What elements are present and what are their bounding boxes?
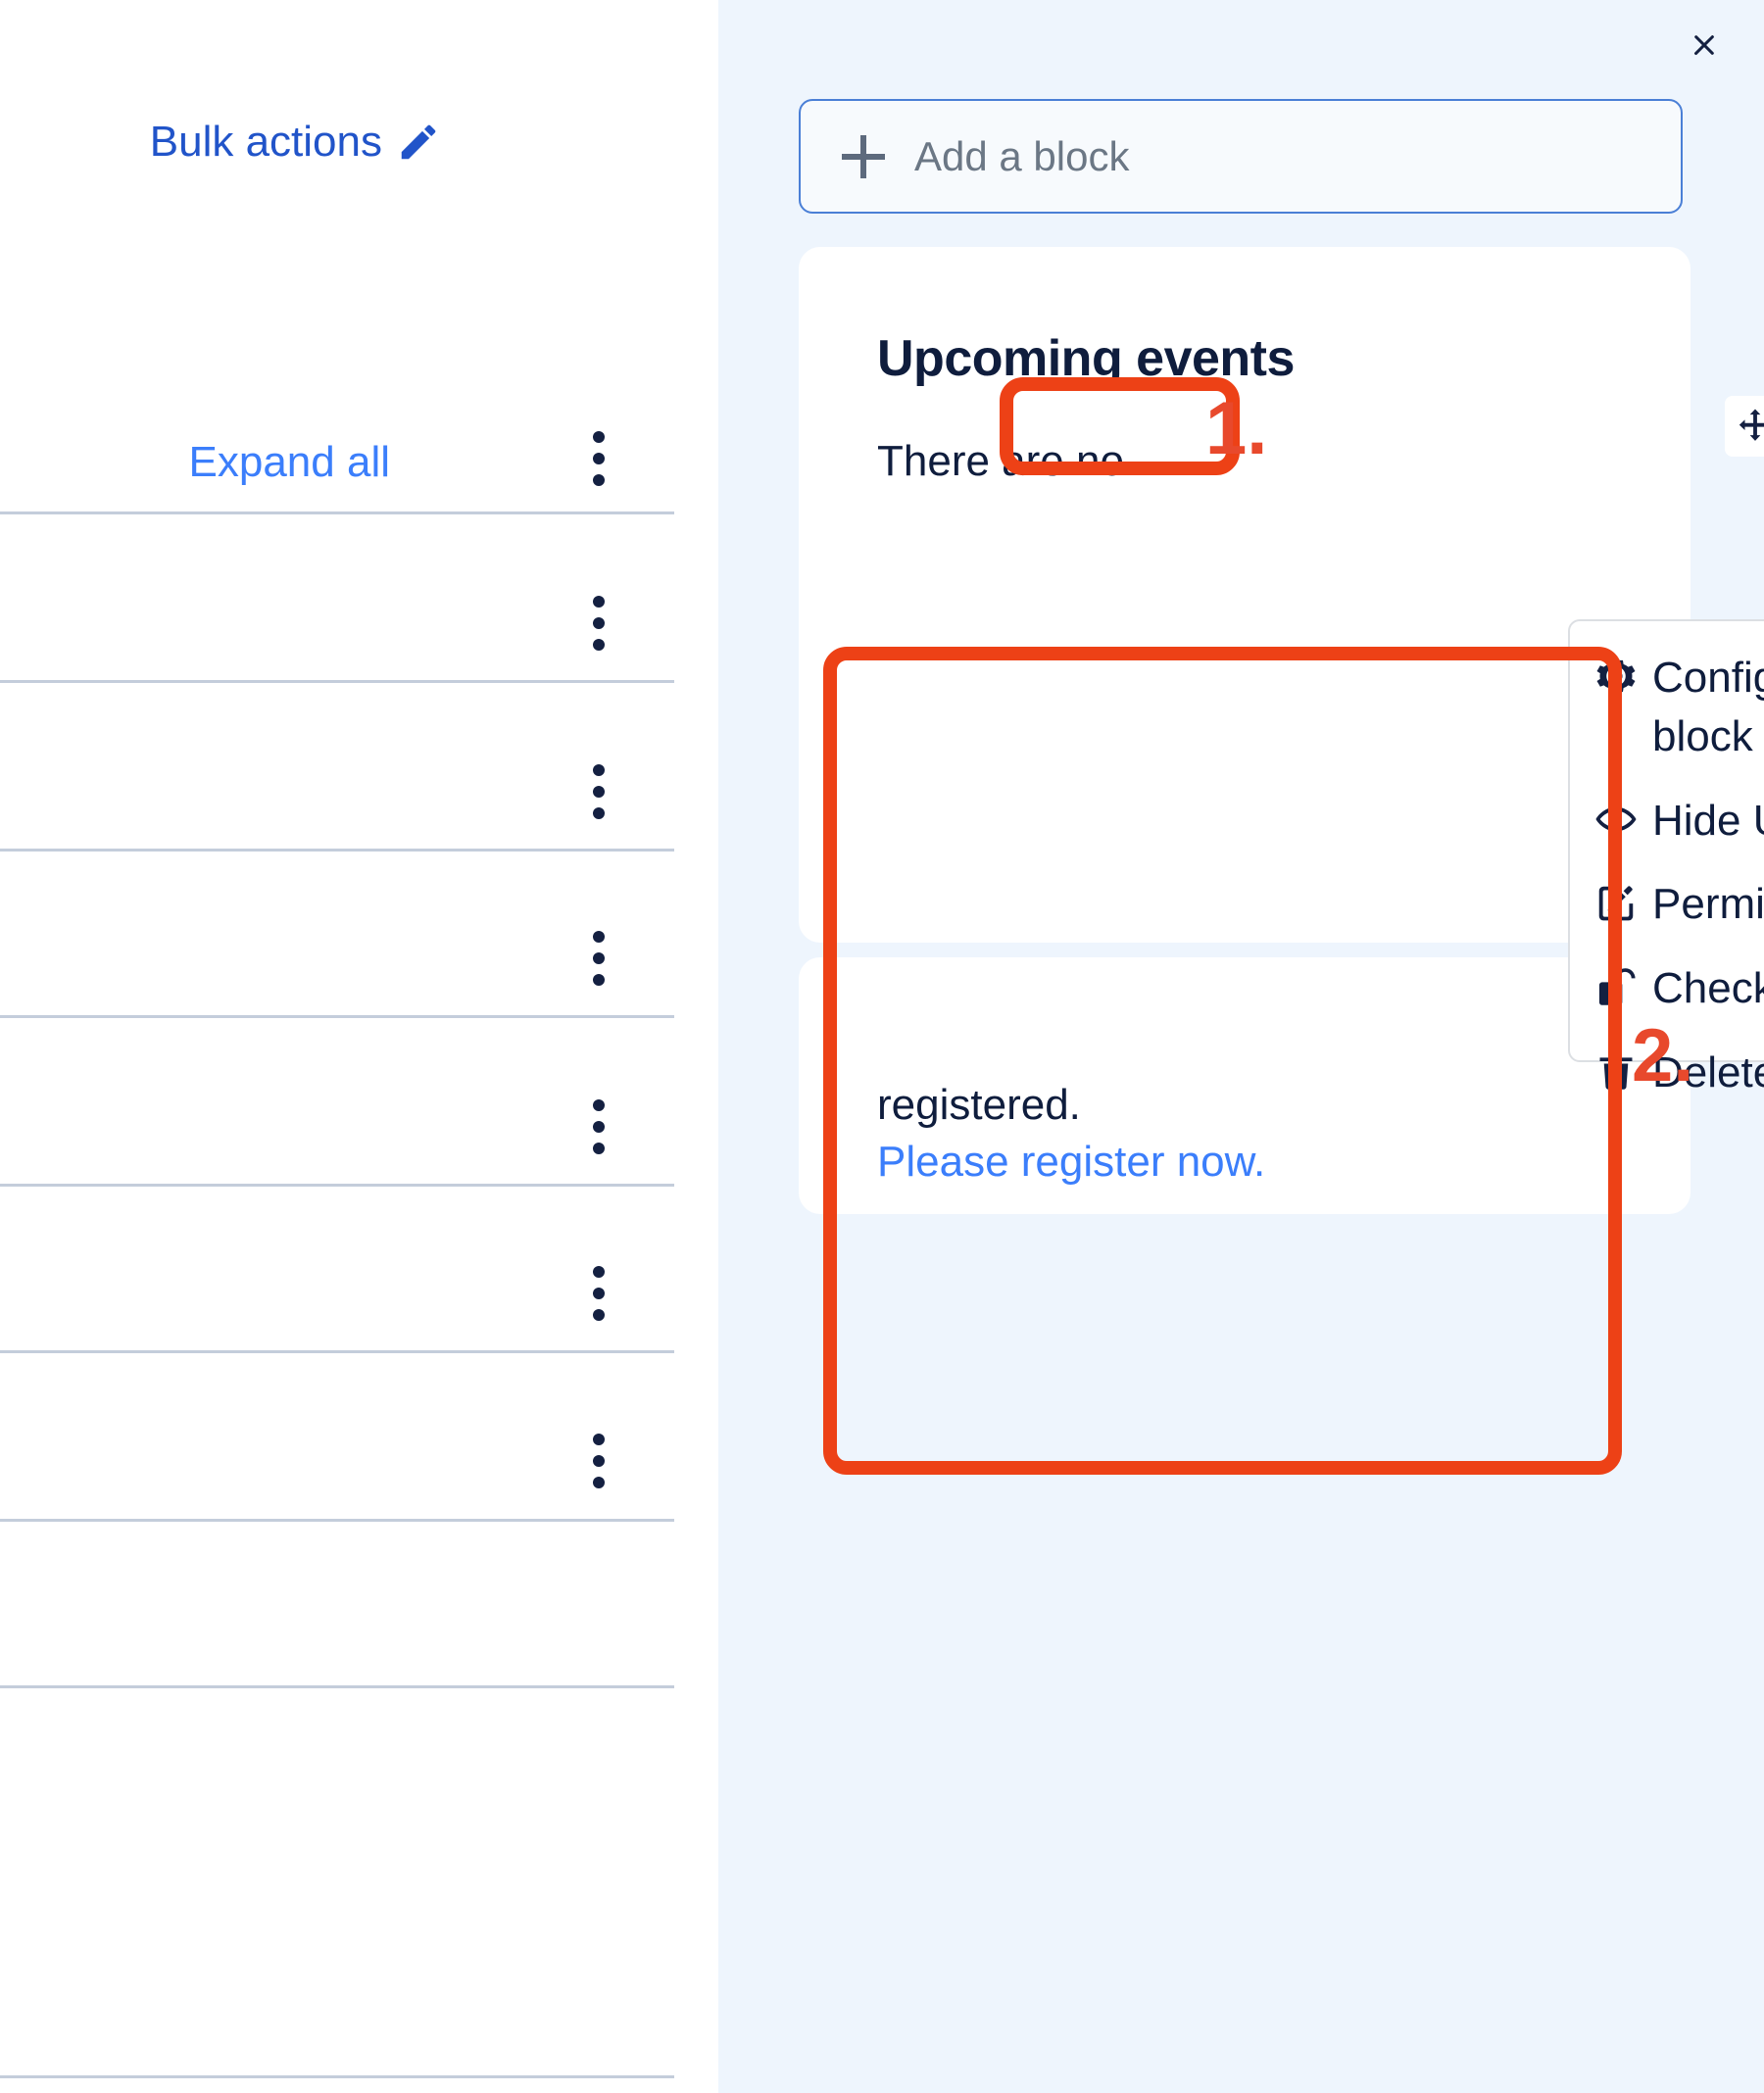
- row-divider: [0, 2075, 674, 2078]
- kebab-menu-icon: [593, 1143, 605, 1154]
- row-menu-button-3[interactable]: [588, 931, 610, 986]
- kebab-menu-icon: [593, 1309, 605, 1321]
- menu-item-label: Permissions: [1652, 880, 1764, 929]
- kebab-menu-icon: [593, 974, 605, 986]
- kebab-menu-icon: [593, 1455, 605, 1467]
- kebab-menu-icon: [593, 764, 605, 776]
- row-divider: [0, 511, 674, 514]
- bulk-actions-button[interactable]: Bulk actions: [150, 118, 441, 167]
- plus-icon: [842, 134, 885, 178]
- row-divider: [0, 1519, 674, 1522]
- kebab-menu-icon: [593, 931, 605, 943]
- kebab-menu-icon: [593, 617, 605, 629]
- block-drawer-panel: Add a block Upcoming events There are no…: [718, 0, 1764, 2093]
- row-menu-button-4[interactable]: [588, 1099, 610, 1154]
- menu-item-check-permissions[interactable]: Check permissions: [1570, 959, 1764, 1018]
- app-root: Bulk actions Expand all Add a block Upco…: [0, 0, 1764, 2093]
- register-now-link[interactable]: Please register now.: [877, 1138, 1265, 1186]
- registration-notice: registered. Please register now.: [799, 1077, 1690, 1191]
- add-a-block-label: Add a block: [914, 132, 1130, 179]
- row-divider: [0, 1350, 674, 1353]
- move-icon: [1739, 409, 1764, 441]
- kebab-menu-icon: [593, 786, 605, 798]
- kebab-menu-icon: [593, 1121, 605, 1133]
- eye-icon: [1593, 797, 1639, 842]
- block-action-toolbar[interactable]: [1725, 396, 1764, 457]
- pencil-icon: [396, 120, 441, 165]
- kebab-menu-icon: [593, 453, 605, 464]
- page-title: Upcoming events: [877, 330, 1295, 387]
- move-block-button[interactable]: [1725, 396, 1764, 457]
- row-divider: [0, 680, 674, 683]
- menu-item-label: Delete Upcoming events block: [1652, 1048, 1764, 1097]
- expand-all-button[interactable]: Expand all: [189, 438, 390, 487]
- kebab-menu-icon: [593, 807, 605, 819]
- left-panel: Bulk actions Expand all: [0, 0, 718, 2093]
- trash-icon: [1593, 1048, 1639, 1094]
- close-icon: [1694, 35, 1714, 55]
- row-menu-button-0[interactable]: [588, 431, 610, 486]
- row-divider: [0, 1184, 674, 1187]
- kebab-menu-icon: [593, 1477, 605, 1488]
- add-a-block-button[interactable]: Add a block: [799, 99, 1683, 214]
- kebab-menu-icon: [593, 596, 605, 608]
- kebab-menu-icon: [593, 639, 605, 651]
- menu-item-label: Check permissions: [1652, 964, 1764, 1013]
- row-divider: [0, 1015, 674, 1018]
- menu-item-label: Hide Upcoming events block: [1652, 796, 1764, 845]
- block-empty-text: There are no: [877, 437, 1124, 485]
- bulk-actions-label: Bulk actions: [149, 118, 382, 166]
- row-menu-button-5[interactable]: [588, 1266, 610, 1321]
- edit-square-icon: [1593, 880, 1639, 925]
- kebab-menu-icon: [593, 952, 605, 964]
- kebab-menu-icon: [593, 1434, 605, 1445]
- row-menu-button-2[interactable]: [588, 764, 610, 819]
- upcoming-events-block-card: Upcoming events There are no: [799, 247, 1690, 943]
- menu-item-permissions[interactable]: Permissions: [1570, 875, 1764, 934]
- kebab-menu-icon: [593, 431, 605, 443]
- registration-status-text: registered.: [877, 1081, 1081, 1129]
- menu-item-label: Configure Upcoming events block: [1652, 654, 1764, 760]
- kebab-menu-icon: [593, 1266, 605, 1278]
- row-divider: [0, 849, 674, 852]
- kebab-menu-icon: [593, 474, 605, 486]
- row-menu-button-6[interactable]: [588, 1434, 610, 1488]
- menu-item-hide-block[interactable]: Hide Upcoming events block: [1570, 792, 1764, 851]
- expand-all-label: Expand all: [188, 438, 390, 486]
- close-button[interactable]: [1677, 18, 1732, 73]
- row-divider: [0, 1685, 674, 1688]
- unlock-icon: [1593, 964, 1639, 1009]
- block-settings-menu: Configure Upcoming events block Hide Upc…: [1568, 619, 1764, 1096]
- kebab-menu-icon: [593, 1288, 605, 1299]
- menu-item-delete-block[interactable]: Delete Upcoming events block: [1570, 1044, 1764, 1102]
- row-menu-button-1[interactable]: [588, 596, 610, 651]
- gear-icon: [1593, 654, 1639, 699]
- kebab-menu-icon: [593, 1099, 605, 1111]
- menu-item-configure[interactable]: Configure Upcoming events block: [1570, 649, 1764, 766]
